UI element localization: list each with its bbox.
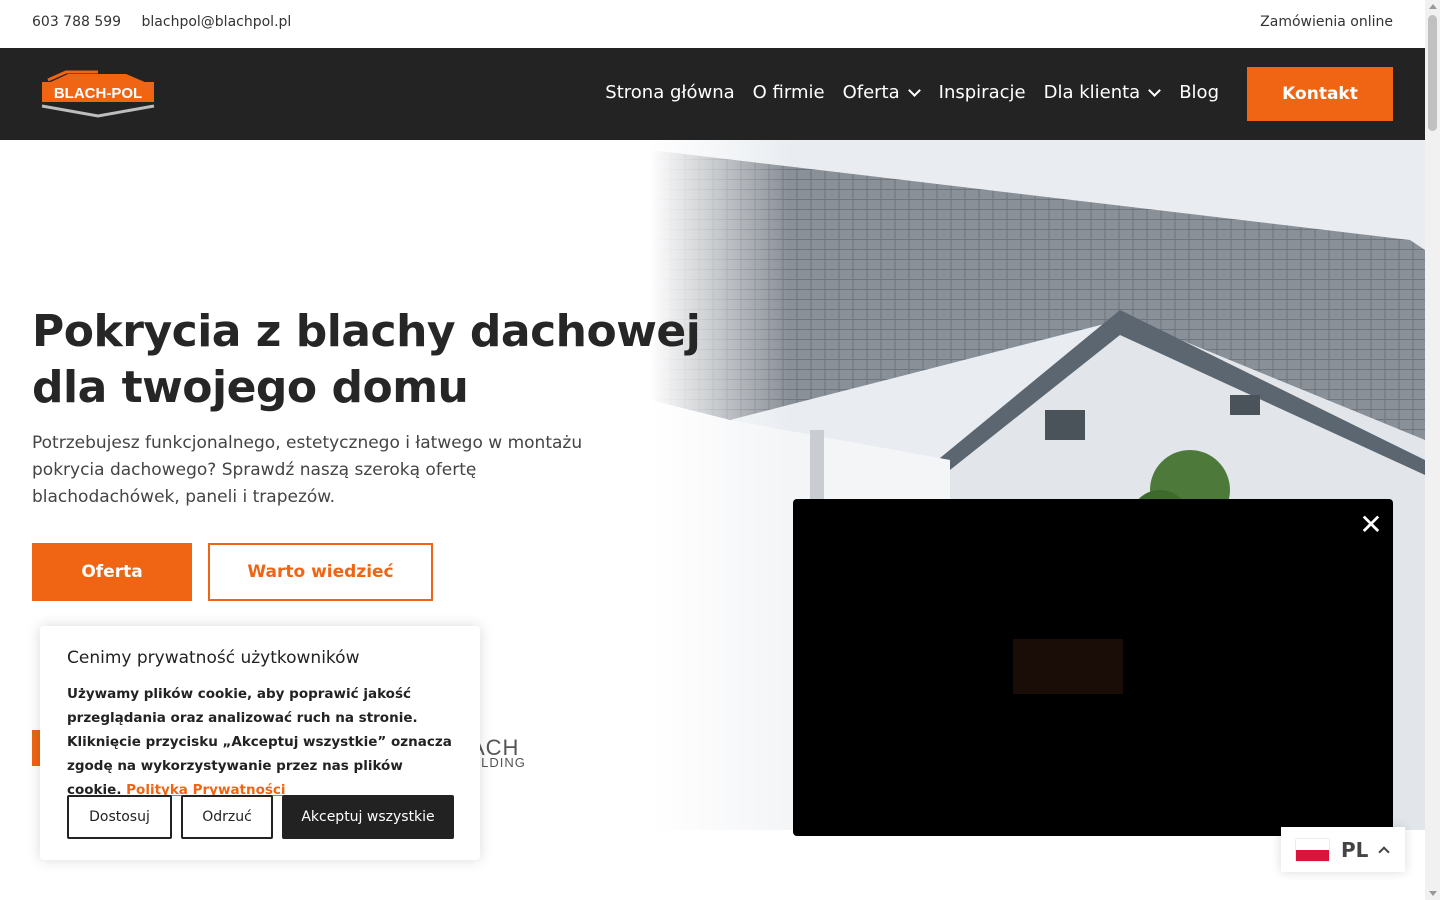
scroll-up-icon[interactable] <box>1429 4 1437 9</box>
customize-button[interactable]: Dostosuj <box>67 795 172 839</box>
email-link[interactable]: blachpol@blachpol.pl <box>142 14 292 30</box>
contact-info: 603 788 599 blachpol@blachpol.pl <box>32 14 307 30</box>
cookie-buttons: Dostosuj Odrzuć Akceptuj wszystkie <box>67 795 454 839</box>
language-code: PL <box>1341 837 1369 862</box>
nav-item-blog[interactable]: Blog <box>1179 82 1219 103</box>
scroll-down-icon[interactable] <box>1429 891 1437 896</box>
worth-knowing-button[interactable]: Warto wiedzieć <box>208 543 433 601</box>
contact-button[interactable]: Kontakt <box>1247 67 1393 121</box>
nav-item-about[interactable]: O firmie <box>753 82 825 103</box>
blach-pol-logo[interactable]: BLACH-POL <box>38 68 158 120</box>
video-popup[interactable]: ✕ <box>793 499 1393 836</box>
chevron-down-icon <box>1148 84 1162 97</box>
logo-text: BLACH-POL <box>54 85 142 102</box>
chevron-down-icon <box>907 84 921 97</box>
main-navigation: BLACH-POL Strona główna O firmie Oferta … <box>0 48 1425 140</box>
scrollbar-thumb[interactable] <box>1428 15 1437 131</box>
online-orders-link[interactable]: Zamówienia online <box>1260 14 1393 30</box>
language-switcher[interactable]: PL <box>1281 827 1405 872</box>
cookie-consent-banner: Cenimy prywatność użytkowników Używamy p… <box>40 626 480 860</box>
cookie-text: Używamy plików cookie, aby poprawić jako… <box>67 686 452 798</box>
chevron-up-icon <box>1378 846 1391 858</box>
nav-item-home[interactable]: Strona główna <box>605 82 734 103</box>
nav-menu: Strona główna O firmie Oferta Inspiracje… <box>605 82 1219 103</box>
top-bar: 603 788 599 blachpol@blachpol.pl Zamówie… <box>0 0 1425 48</box>
cookie-title: Cenimy prywatność użytkowników <box>67 648 360 668</box>
video-frame <box>1013 639 1123 694</box>
poland-flag-icon <box>1296 838 1329 861</box>
reject-button[interactable]: Odrzuć <box>181 795 273 839</box>
offer-button[interactable]: Oferta <box>32 543 192 601</box>
page-scrollbar[interactable] <box>1425 0 1440 900</box>
accept-all-button[interactable]: Akceptuj wszystkie <box>282 795 454 839</box>
hero-title: Pokrycia z blachy dachowej dla twojego d… <box>32 306 701 413</box>
nav-item-offer[interactable]: Oferta <box>843 82 921 103</box>
close-icon[interactable]: ✕ <box>1359 511 1383 539</box>
partner-logo-fragment <box>32 730 40 766</box>
nav-item-inspirations[interactable]: Inspiracje <box>939 82 1026 103</box>
phone-link[interactable]: 603 788 599 <box>32 14 121 30</box>
nav-item-for-client[interactable]: Dla klienta <box>1044 82 1162 103</box>
hero-subtitle: Potrzebujesz funkcjonalnego, estetyczneg… <box>32 433 583 507</box>
